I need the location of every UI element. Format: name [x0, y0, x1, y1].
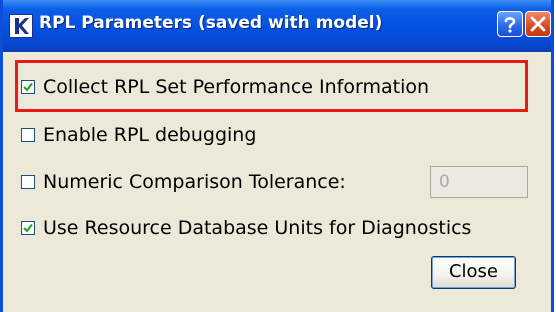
tolerance-input[interactable]: 0: [430, 166, 528, 198]
close-icon: [530, 16, 546, 32]
option-numeric-tolerance[interactable]: Numeric Comparison Tolerance:: [21, 167, 346, 197]
checkbox-enable-debugging[interactable]: [21, 128, 35, 142]
checkmark-icon: [23, 223, 33, 233]
rpl-parameters-dialog: RPL Parameters (saved with model) Collec…: [0, 0, 554, 312]
option-label: Use Resource Database Units for Diagnost…: [43, 217, 472, 239]
option-label: Numeric Comparison Tolerance:: [43, 171, 346, 193]
close-button[interactable]: Close: [431, 256, 516, 289]
checkbox-collect-performance[interactable]: [21, 80, 35, 94]
checkmark-icon: [23, 82, 33, 92]
option-resource-db-units[interactable]: Use Resource Database Units for Diagnost…: [21, 213, 471, 243]
window-title: RPL Parameters (saved with model): [39, 13, 383, 33]
help-button[interactable]: [497, 11, 523, 37]
rpl-app-icon: [9, 14, 33, 38]
window-close-button[interactable]: [525, 11, 551, 37]
checkbox-numeric-tolerance[interactable]: [21, 175, 35, 189]
help-icon: [504, 17, 516, 33]
option-label: Enable RPL debugging: [43, 124, 257, 146]
checkbox-resource-db-units[interactable]: [21, 221, 35, 235]
option-collect-performance[interactable]: Collect RPL Set Performance Information: [21, 72, 429, 102]
option-enable-debugging[interactable]: Enable RPL debugging: [21, 120, 256, 150]
title-bar[interactable]: RPL Parameters (saved with model): [3, 0, 551, 52]
option-label: Collect RPL Set Performance Information: [43, 76, 430, 98]
